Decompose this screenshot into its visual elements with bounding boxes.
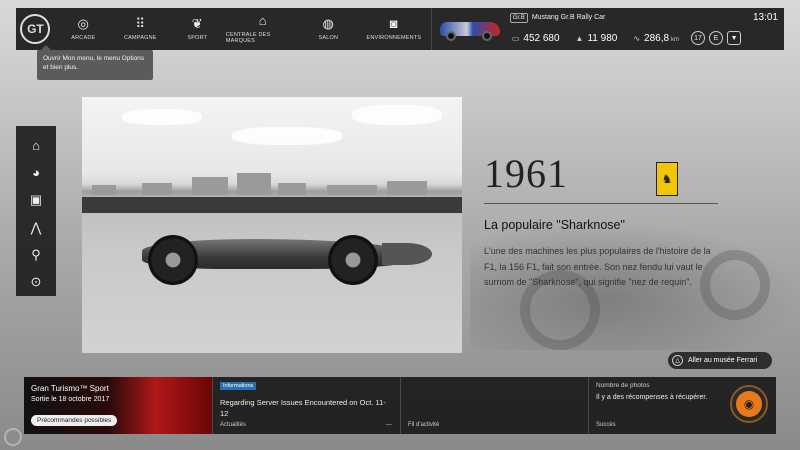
- nav-campagne[interactable]: ⠿ CAMPAGNE: [112, 8, 169, 50]
- top-bar: GT ◎ ARCADE ⠿ CAMPAGNE ❦ SPORT ⌂ CENTRAL…: [16, 8, 784, 50]
- nav-label: ARCADE: [71, 35, 96, 41]
- achievements-label: Succès: [596, 422, 616, 428]
- nav-environnements[interactable]: ◙ ENVIRONNEMENTS: [357, 8, 431, 50]
- news-label: Actualités: [220, 422, 247, 428]
- cloud: [352, 105, 442, 125]
- preorder-button[interactable]: Précommandes possibles: [31, 415, 118, 426]
- sidebar-livery-button[interactable]: ◕: [16, 159, 56, 186]
- museum-button-label: Aller au musée Ferrari: [688, 357, 758, 364]
- ferrari-156-car: [112, 215, 432, 295]
- sidebar-search-button[interactable]: ⚲: [16, 241, 56, 268]
- distance-value: 286,8 km: [644, 33, 679, 44]
- activity-feed-cell[interactable]: Fil d'activité: [400, 377, 588, 434]
- nav-arcade[interactable]: ◎ ARCADE: [55, 8, 112, 50]
- building: [327, 185, 377, 195]
- distance-number: 286,8: [644, 32, 670, 44]
- mileage-icon: ▲: [575, 33, 584, 43]
- historic-photo: [82, 97, 462, 353]
- gallery-icon: ▣: [29, 192, 43, 208]
- camera-icon: ◉: [736, 391, 762, 417]
- achievements-cell[interactable]: Nombre de photos Il y a des récompenses …: [588, 377, 776, 434]
- sidebar-disc-button[interactable]: ⊙: [16, 269, 56, 296]
- main-nav: ◎ ARCADE ⠿ CAMPAGNE ❦ SPORT ⌂ CENTRALE D…: [55, 8, 431, 50]
- distance-graph-icon: ∿: [633, 33, 641, 43]
- player-status: Gr.B Mustang Gr.B Rally Car 13:01 ▭ 452 …: [430, 8, 784, 50]
- nav-sport[interactable]: ❦ SPORT: [169, 8, 226, 50]
- building-icon: ⌂: [258, 13, 267, 28]
- building: [387, 181, 427, 195]
- article-title: La populaire "Sharknose": [484, 218, 625, 232]
- ferrari-museum-button[interactable]: △ Aller au musée Ferrari: [668, 352, 772, 369]
- news-cell[interactable]: Informations Regarding Server Issues Enc…: [212, 377, 400, 434]
- mileage-points-value: 11 980: [587, 32, 618, 44]
- gt-watermark-icon: [4, 428, 22, 446]
- grid-icon: ⠿: [135, 16, 146, 31]
- car-wheel: [148, 235, 198, 285]
- trophy-icon: ▼: [727, 31, 742, 45]
- article-year: 1961: [484, 151, 568, 196]
- news-text: Regarding Server Issues Encountered on O…: [220, 398, 386, 418]
- feed-label: Fil d'activité: [408, 422, 440, 428]
- laurel-icon: ❦: [191, 16, 203, 31]
- credits-value: 452 680: [523, 32, 560, 44]
- article-body: L'une des machines les plus populaires d…: [484, 246, 711, 287]
- nav-label: CENTRALE DES MARQUES: [225, 32, 271, 44]
- car-wheel: [481, 31, 492, 41]
- current-car-thumbnail[interactable]: [438, 14, 502, 42]
- nav-label: SPORT: [187, 35, 208, 41]
- building: [237, 173, 271, 195]
- steering-wheel-icon: ◎: [77, 16, 90, 31]
- menu-tooltip: Ouvrir Mon menu, le menu Options et bien…: [37, 45, 153, 80]
- tuning-icon: ⋀: [30, 219, 42, 235]
- credits-card-icon: ▭: [511, 33, 520, 43]
- clock: 13:01: [752, 12, 778, 23]
- car-wheel: [328, 235, 378, 285]
- rank-badge: E: [709, 31, 724, 45]
- home-icon: ⌂: [32, 138, 40, 154]
- promo-subtitle: Sortie le 18 octobre 2017: [31, 396, 110, 403]
- globe-icon: ◍: [322, 16, 335, 31]
- building: [92, 185, 116, 195]
- cloud: [232, 127, 342, 145]
- car-name: Mustang Gr.B Rally Car: [531, 14, 606, 21]
- gt-logo-icon: GT: [20, 14, 51, 44]
- bottom-bar: Gran Turismo™ Sport Sortie le 18 octobre…: [24, 377, 776, 434]
- building: [278, 183, 306, 195]
- sidebar-home-button[interactable]: ⌂: [16, 132, 56, 159]
- news-tag: Informations: [220, 382, 257, 390]
- search-icon: ⚲: [31, 246, 41, 262]
- article-panel: 1961 ♞ La populaire "Sharknose" L'une de…: [484, 150, 720, 291]
- cloud: [122, 109, 202, 125]
- news-more-indicator: ---: [386, 422, 392, 428]
- sidebar-tuning-button[interactable]: ⋀: [16, 214, 56, 241]
- car-wheel: [445, 31, 456, 41]
- promo-banner[interactable]: Gran Turismo™ Sport Sortie le 18 octobre…: [24, 377, 212, 434]
- ferrari-badge-icon: ♞: [656, 162, 678, 196]
- stats-row: ▭ 452 680 ▲ 11 980 ∿ 286,8 km 17 E ▼: [512, 30, 778, 46]
- promo-title: Gran Turismo™ Sport: [31, 384, 109, 393]
- triangle-button-icon: △: [672, 355, 683, 366]
- camera-icon: ◙: [389, 16, 398, 31]
- nav-centrale-des-marques[interactable]: ⌂ CENTRALE DES MARQUES: [226, 8, 300, 50]
- nav-label: SALON: [318, 35, 339, 41]
- level-badge: 17: [691, 31, 706, 45]
- nav-salon[interactable]: ◍ SALON: [300, 8, 357, 50]
- left-sidebar: ⌂ ◕ ▣ ⋀ ⚲ ⊙: [16, 126, 56, 296]
- photo-mode-button[interactable]: ◉: [730, 385, 768, 423]
- disc-icon: ⊙: [30, 274, 42, 290]
- gt-logo-button[interactable]: GT: [16, 8, 55, 50]
- palette-icon: ◕: [32, 165, 40, 181]
- distance-unit: km: [671, 36, 680, 43]
- buildings: [82, 173, 462, 195]
- car-class-badge: Gr.B: [509, 13, 528, 23]
- building: [142, 183, 172, 195]
- car-nose: [382, 243, 432, 265]
- sidebar-gallery-button[interactable]: ▣: [16, 187, 56, 214]
- divider: [484, 203, 718, 204]
- nav-label: ENVIRONNEMENTS: [366, 35, 422, 41]
- hedge: [82, 197, 462, 213]
- building: [192, 177, 228, 195]
- nav-label: CAMPAGNE: [123, 35, 157, 41]
